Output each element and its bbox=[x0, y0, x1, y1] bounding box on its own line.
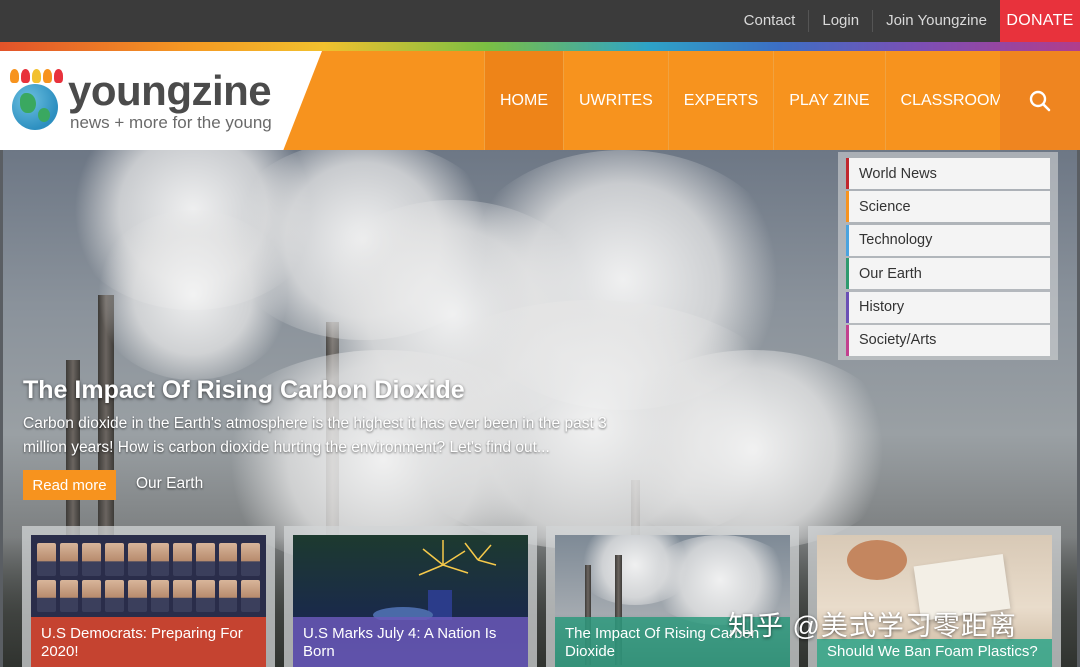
search-button[interactable] bbox=[1000, 51, 1080, 150]
nav-home[interactable]: HOME bbox=[484, 51, 563, 150]
join-link[interactable]: Join Youngzine bbox=[872, 10, 1000, 32]
article-card-title[interactable]: Should We Ban Foam Plastics? bbox=[817, 639, 1052, 667]
nav-experts[interactable]: EXPERTS bbox=[667, 51, 774, 150]
fireworks-image bbox=[373, 540, 497, 620]
contact-link[interactable]: Contact bbox=[731, 10, 809, 32]
kids-logo-icon bbox=[10, 69, 66, 85]
article-card-title[interactable]: U.S Democrats: Preparing For 2020! bbox=[31, 617, 266, 667]
globe-icon bbox=[12, 84, 58, 130]
hero-category-link[interactable]: Our Earth bbox=[136, 475, 203, 493]
food-image bbox=[847, 540, 907, 580]
site-header: youngzine news + more for the young HOME… bbox=[0, 51, 1080, 150]
category-science[interactable]: Science bbox=[846, 191, 1050, 223]
login-link[interactable]: Login bbox=[808, 10, 872, 32]
candidates-photo bbox=[31, 535, 266, 620]
top-utility-bar: Contact Login Join Youngzine DONATE bbox=[0, 0, 1080, 42]
category-our-earth[interactable]: Our Earth bbox=[846, 258, 1050, 290]
article-thumbnail: The Impact Of Rising Carbon Dioxide bbox=[555, 535, 790, 667]
logo[interactable]: youngzine news + more for the young bbox=[0, 51, 322, 150]
hero-summary: Carbon dioxide in the Earth's atmosphere… bbox=[23, 415, 607, 456]
article-thumbnail: Should We Ban Foam Plastics? bbox=[817, 535, 1052, 667]
article-thumbnail: U.S Democrats: Preparing For 2020! bbox=[31, 535, 266, 667]
search-icon bbox=[1029, 90, 1051, 111]
article-card-title[interactable]: U.S Marks July 4: A Nation Is Born bbox=[293, 617, 528, 667]
top-links: Contact Login Join Youngzine bbox=[731, 0, 1000, 42]
article-card[interactable]: U.S Democrats: Preparing For 2020! bbox=[22, 526, 275, 667]
main-nav: HOME UWRITES EXPERTS PLAY ZINE CLASSROOM bbox=[484, 51, 1018, 150]
rainbow-stripe bbox=[0, 42, 1080, 51]
article-card[interactable]: Should We Ban Foam Plastics? bbox=[808, 526, 1061, 667]
brand-name: youngzine bbox=[68, 67, 272, 114]
article-thumbnail: U.S Marks July 4: A Nation Is Born bbox=[293, 535, 528, 667]
nav-classroom[interactable]: CLASSROOM bbox=[884, 51, 1018, 150]
watermark: 知乎 @美式学习零距离 bbox=[728, 611, 1017, 641]
category-history[interactable]: History bbox=[846, 291, 1050, 323]
nav-uwrites[interactable]: UWRITES bbox=[563, 51, 668, 150]
brand-tagline: news + more for the young bbox=[70, 113, 272, 132]
category-society-arts[interactable]: Society/Arts bbox=[846, 324, 1050, 356]
article-card[interactable]: The Impact Of Rising Carbon Dioxide bbox=[546, 526, 799, 667]
hero-title[interactable]: The Impact Of Rising Carbon Dioxide bbox=[23, 376, 465, 405]
read-more-button[interactable]: Read more bbox=[23, 470, 116, 500]
category-technology[interactable]: Technology bbox=[846, 224, 1050, 256]
donate-button[interactable]: DONATE bbox=[1000, 0, 1080, 42]
category-world-news[interactable]: World News bbox=[846, 158, 1050, 189]
nav-play-zine[interactable]: PLAY ZINE bbox=[773, 51, 885, 150]
category-panel: World News Science Technology Our Earth … bbox=[838, 152, 1058, 360]
article-card[interactable]: U.S Marks July 4: A Nation Is Born bbox=[284, 526, 537, 667]
